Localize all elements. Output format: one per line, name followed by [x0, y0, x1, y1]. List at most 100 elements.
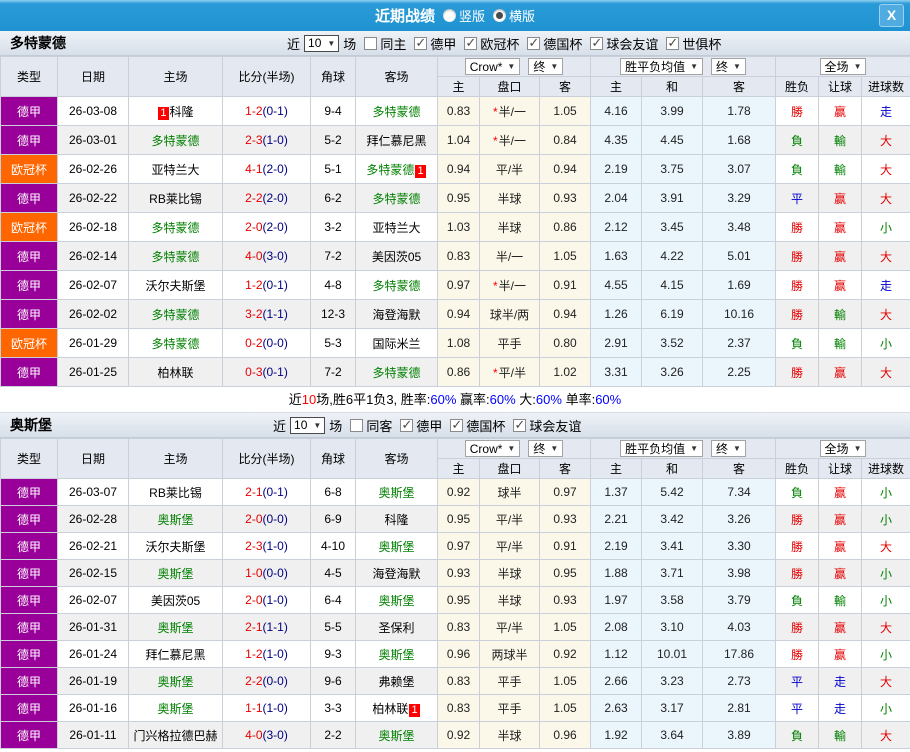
col-home: 主场 — [128, 56, 223, 97]
league-type-badge: 德甲 — [0, 183, 58, 213]
away-team: 多特蒙德 — [355, 270, 438, 300]
result-goals: 大 — [861, 183, 910, 213]
subcol-avg-draw: 和 — [641, 458, 703, 479]
radio-unchecked-icon[interactable] — [442, 9, 456, 22]
avg-away-odds: 3.89 — [701, 721, 777, 749]
halftime-score: (1-1) — [262, 307, 288, 321]
handicap-odds-away: 0.94 — [539, 299, 591, 329]
halftime-score: (0-0) — [262, 674, 288, 688]
dropdown-arrow-icon: ▼ — [733, 62, 741, 71]
league-filter-checkbox[interactable] — [450, 417, 464, 433]
avg-home-odds: 4.16 — [590, 96, 642, 126]
subcol-odds-home: 主 — [437, 76, 480, 97]
avg-away-odds: 1.68 — [701, 125, 777, 155]
col-corner: 角球 — [310, 56, 356, 97]
subcol-handicap-result: 让球 — [818, 458, 863, 479]
result-wdl: 負 — [775, 154, 820, 184]
final-odds-select[interactable]: 终 ▼ — [528, 58, 564, 75]
same-venue-checkbox[interactable] — [364, 36, 378, 50]
final-odds-select[interactable]: 终 ▼ — [528, 440, 564, 457]
away-team: 亚特兰大 — [355, 212, 438, 242]
halftime-score: (2-0) — [262, 191, 288, 205]
league-filter-checkbox[interactable] — [400, 417, 414, 433]
result-handicap: 走 — [818, 667, 863, 695]
score-cell: 0-2(0-0) — [222, 328, 311, 358]
recent-count-select[interactable]: 10 ▼ — [290, 416, 326, 434]
same-venue-checkbox[interactable] — [350, 418, 364, 432]
halftime-score: (2-0) — [262, 220, 288, 234]
halftime-score: (1-0) — [262, 539, 288, 553]
handicap-odds-away: 0.93 — [539, 505, 591, 533]
result-goals: 大 — [861, 667, 910, 695]
match-row: 德甲 26-02-15 奥斯堡 1-0(0-0) 4-5 海登海默 0.93 半球 0.95 1.… — [0, 559, 910, 587]
away-team: 柏林联 1 — [355, 694, 438, 722]
league-filter-checkbox[interactable] — [513, 417, 527, 433]
away-team: 美因茨05 — [355, 241, 438, 271]
league-filter-checkbox[interactable] — [527, 35, 541, 51]
avg-away-odds: 1.78 — [701, 96, 777, 126]
match-row: 欧冠杯 26-02-18 多特蒙德 2-0(2-0) 3-2 亚特兰大 1.03 半球 0.86… — [0, 212, 910, 242]
handicap-line: 球半/两 — [479, 299, 540, 329]
final-odds-select-2[interactable]: 终 ▼ — [711, 440, 746, 457]
score-cell: 2-0(0-0) — [222, 505, 311, 533]
league-type-badge: 德甲 — [0, 125, 58, 155]
team-section-0: 多特蒙德 近10▼场同主德甲欧冠杯德国杯球会友谊世俱杯 类型 日期 主场 比分(… — [0, 31, 910, 413]
away-team: 国际米兰 — [355, 328, 438, 358]
fulltime-score: 4-0 — [245, 249, 263, 263]
avg-odds-select[interactable]: 胜平负均值 ▼ — [620, 58, 703, 75]
radio-vertical-label: 竖版 — [458, 9, 485, 24]
away-team: 多特蒙德 — [355, 96, 438, 126]
final-odds-select-2[interactable]: 终 ▼ — [711, 58, 746, 75]
subcol-goals: 进球数 — [861, 458, 910, 479]
league-type-badge: 德甲 — [0, 640, 58, 668]
handicap-odds-home: 0.94 — [437, 154, 480, 184]
league-type-badge: 德甲 — [0, 478, 58, 506]
match-row: 德甲 26-03-01 多特蒙德 2-3(1-0) 5-2 拜仁慕尼黑 1.04 *半/一 0.… — [0, 125, 910, 155]
avg-odds-header: 胜平负均值 ▼ 终 ▼ — [589, 56, 777, 77]
league-filter-checkbox[interactable] — [666, 35, 680, 51]
result-wdl: 平 — [775, 694, 820, 722]
league-filter-checkbox[interactable] — [414, 35, 428, 51]
avg-odds-select[interactable]: 胜平负均值 ▼ — [620, 440, 703, 457]
result-handicap: 赢 — [818, 96, 863, 126]
result-goals: 大 — [861, 613, 910, 641]
league-filter-checkbox[interactable] — [590, 35, 604, 51]
subcol-goals: 进球数 — [861, 76, 910, 97]
bookmaker-select[interactable]: Crow* ▼ — [464, 58, 521, 75]
recent-count-select[interactable]: 10 ▼ — [304, 34, 340, 52]
final-select-value: 终 — [716, 60, 729, 74]
corner-score: 5-3 — [310, 328, 356, 358]
avg-home-odds: 1.97 — [590, 586, 642, 614]
score-cell: 2-0(1-0) — [222, 586, 311, 614]
summary-part: 60% — [489, 392, 516, 407]
match-row: 德甲 26-02-02 多特蒙德 3-2(1-1) 12-3 海登海默 0.94 球半/两 0.… — [0, 299, 910, 329]
close-button[interactable]: X — [879, 4, 904, 27]
corner-score: 4-8 — [310, 270, 356, 300]
layout-radio-vertical[interactable]: 竖版 — [442, 6, 485, 25]
result-header: 全场 ▼ — [775, 56, 910, 77]
avg-draw-odds: 3.23 — [641, 667, 703, 695]
layout-radio-horizontal[interactable]: 横版 — [493, 6, 535, 25]
score-cell: 4-1(2-0) — [222, 154, 311, 184]
away-team: 弗赖堡 — [355, 667, 438, 695]
home-team: 沃尔夫斯堡 — [128, 532, 223, 560]
fulltime-score: 2-3 — [245, 539, 263, 553]
result-handicap: 赢 — [818, 613, 863, 641]
radio-checked-icon[interactable] — [493, 9, 506, 22]
league-type-badge: 德甲 — [0, 270, 58, 300]
bookmaker-select[interactable]: Crow* ▼ — [464, 440, 521, 457]
col-type: 类型 — [0, 438, 58, 479]
col-type: 类型 — [0, 56, 58, 97]
match-date: 26-02-14 — [57, 241, 129, 271]
result-wdl: 勝 — [775, 96, 820, 126]
avg-away-odds: 3.26 — [701, 505, 777, 533]
fullmatch-select[interactable]: 全场 ▼ — [819, 58, 867, 75]
match-row: 德甲 26-01-11 门兴格拉德巴赫 4-0(3-0) 2-2 奥斯堡 0.92 半球 0.9… — [0, 721, 910, 749]
match-row: 德甲 26-01-25 柏林联 0-3(0-1) 7-2 多特蒙德 0.86 *平/半 1.02… — [0, 357, 910, 387]
handicap-odds-header: Crow* ▼ 终 ▼ — [437, 56, 591, 77]
fullmatch-select[interactable]: 全场 ▼ — [819, 440, 867, 457]
dropdown-arrow-icon: ▼ — [507, 62, 516, 71]
avg-away-odds: 3.79 — [701, 586, 777, 614]
league-filter-checkbox[interactable] — [464, 35, 478, 51]
handicap-odds-home: 0.83 — [437, 96, 480, 126]
